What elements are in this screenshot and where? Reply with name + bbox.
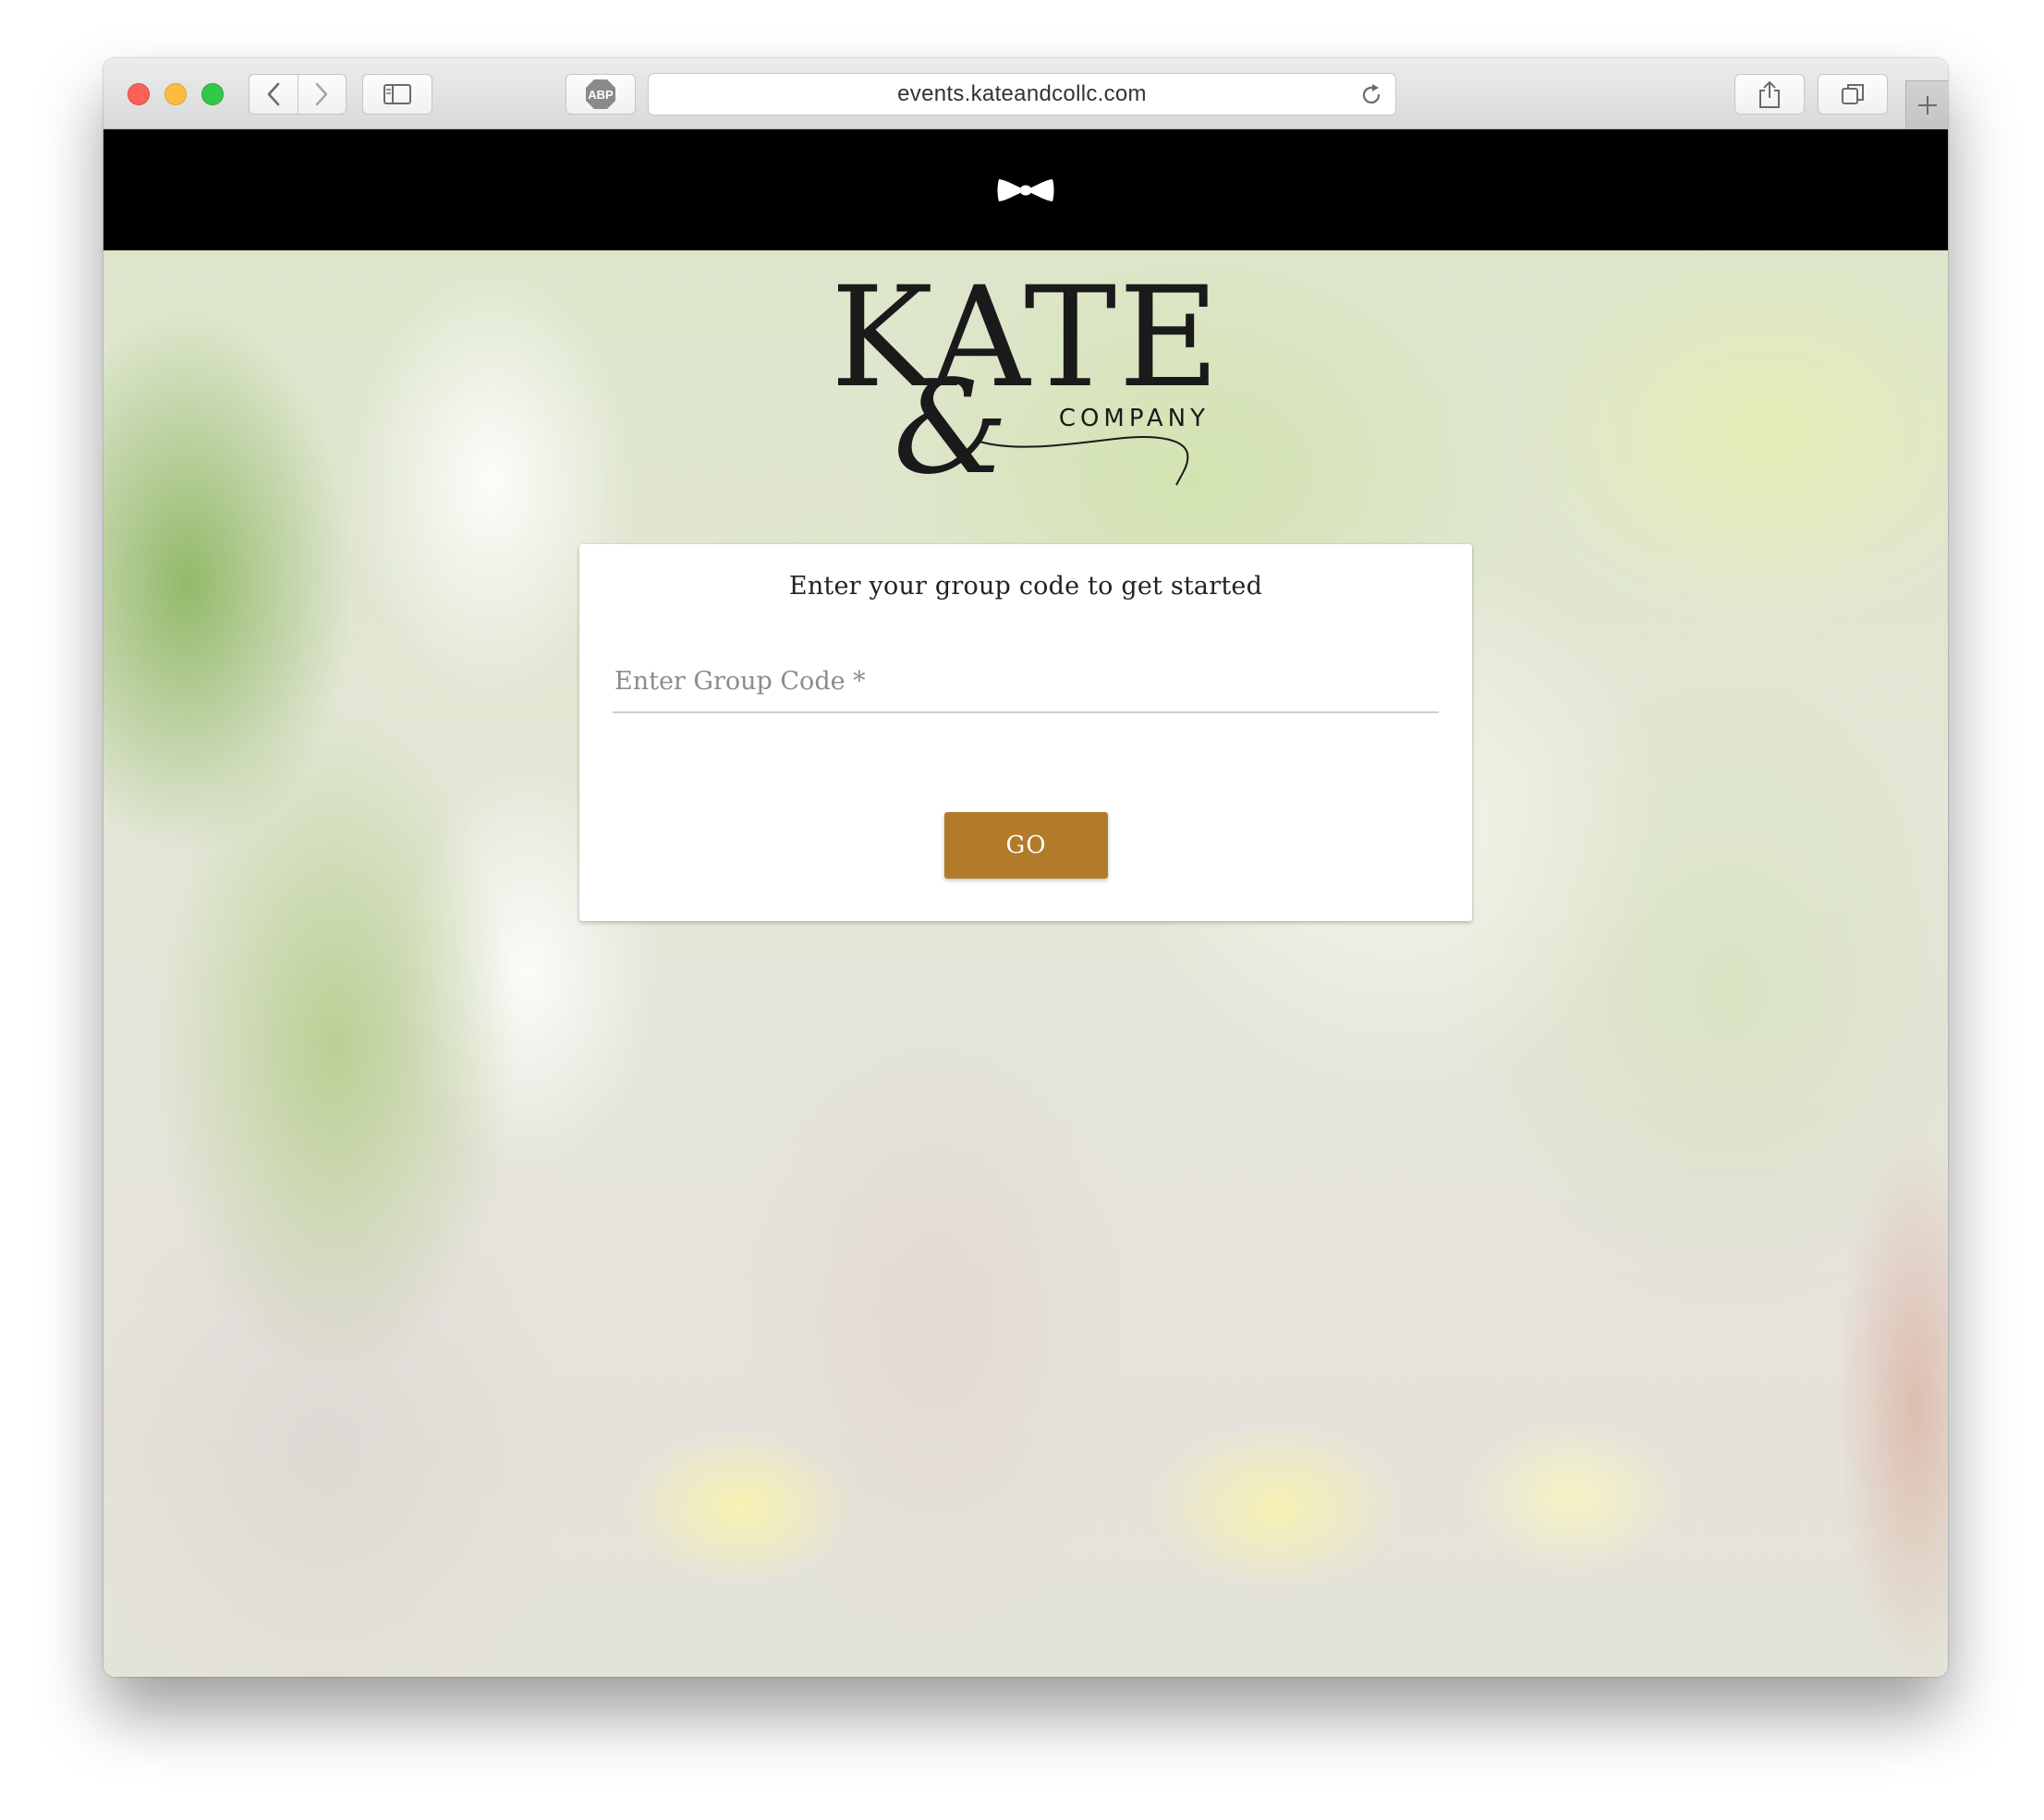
bowtie-icon[interactable] — [997, 176, 1054, 204]
tabs-button[interactable] — [1818, 74, 1888, 115]
adblock-button[interactable]: ABP — [566, 74, 636, 115]
tabs-icon — [1842, 84, 1864, 104]
group-code-card: Enter your group code to get started Ent… — [579, 544, 1472, 921]
chevron-left-icon — [267, 82, 280, 106]
group-code-input[interactable] — [613, 660, 1439, 708]
chevron-right-icon — [315, 82, 328, 106]
site-header — [103, 129, 1948, 250]
browser-window: ABP events.kateandcollc.com KATE & COMPA… — [103, 58, 1948, 1677]
plus-icon — [1917, 95, 1937, 115]
share-button[interactable] — [1734, 74, 1805, 115]
svg-text:COMPANY: COMPANY — [1059, 405, 1210, 432]
go-button[interactable]: GO — [944, 812, 1108, 879]
adblock-icon: ABP — [586, 79, 615, 109]
back-button[interactable] — [249, 75, 298, 114]
share-icon — [1759, 80, 1780, 108]
web-page: KATE & COMPANY Enter your group code to … — [103, 129, 1948, 1677]
close-window-button[interactable] — [128, 83, 150, 105]
reload-icon[interactable] — [1358, 82, 1384, 108]
group-code-field[interactable]: Enter Group Code * — [613, 660, 1439, 713]
maximize-window-button[interactable] — [201, 83, 224, 105]
svg-text:ABP: ABP — [588, 88, 614, 102]
new-tab-button[interactable] — [1905, 80, 1948, 128]
history-nav — [249, 74, 347, 115]
forward-button[interactable] — [297, 75, 347, 114]
card-title: Enter your group code to get started — [788, 572, 1263, 601]
kate-and-company-logo[interactable]: KATE & COMPANY — [838, 263, 1213, 496]
hero-background: KATE & COMPANY Enter your group code to … — [103, 250, 1948, 1677]
sidebar-icon — [383, 84, 411, 104]
browser-toolbar: ABP events.kateandcollc.com — [103, 58, 1948, 129]
address-bar[interactable]: events.kateandcollc.com — [648, 73, 1396, 115]
url-text[interactable]: events.kateandcollc.com — [649, 74, 1395, 115]
sidebar-button[interactable] — [362, 74, 432, 115]
svg-text:&: & — [894, 353, 1009, 496]
minimize-window-button[interactable] — [164, 83, 187, 105]
